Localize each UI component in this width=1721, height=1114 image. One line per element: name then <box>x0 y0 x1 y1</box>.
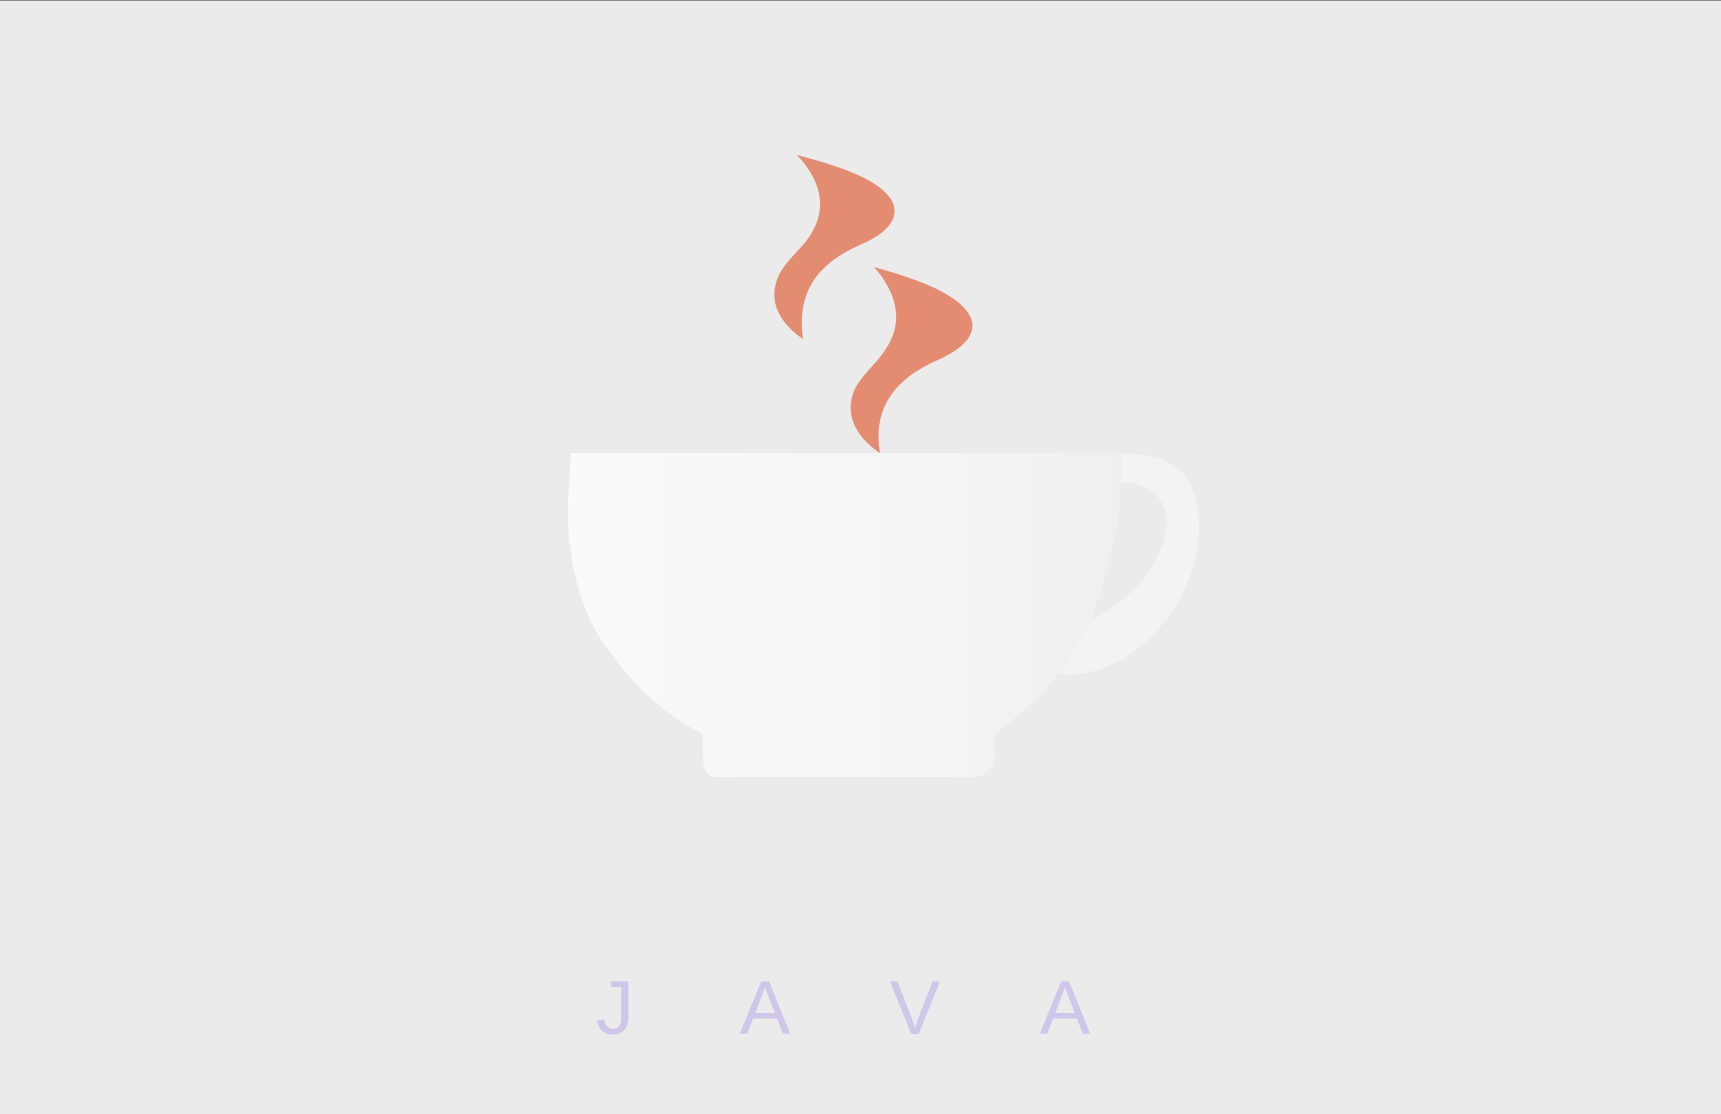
cup-body-icon <box>567 453 1122 777</box>
java-wordmark: J A V A <box>580 969 1100 1049</box>
logo-canvas: J A V A <box>0 0 1721 1114</box>
wordmark-letter-j: J <box>596 966 634 1051</box>
wordmark-letter-a: A <box>739 966 791 1051</box>
wordmark-letter-a-final: A <box>1039 966 1091 1051</box>
steam-wisp-left-icon <box>774 155 895 339</box>
steam-wisp-right-icon <box>850 267 973 453</box>
coffee-cup-with-steam-icon <box>567 155 1200 777</box>
wordmark-letter-v: V <box>889 966 941 1051</box>
